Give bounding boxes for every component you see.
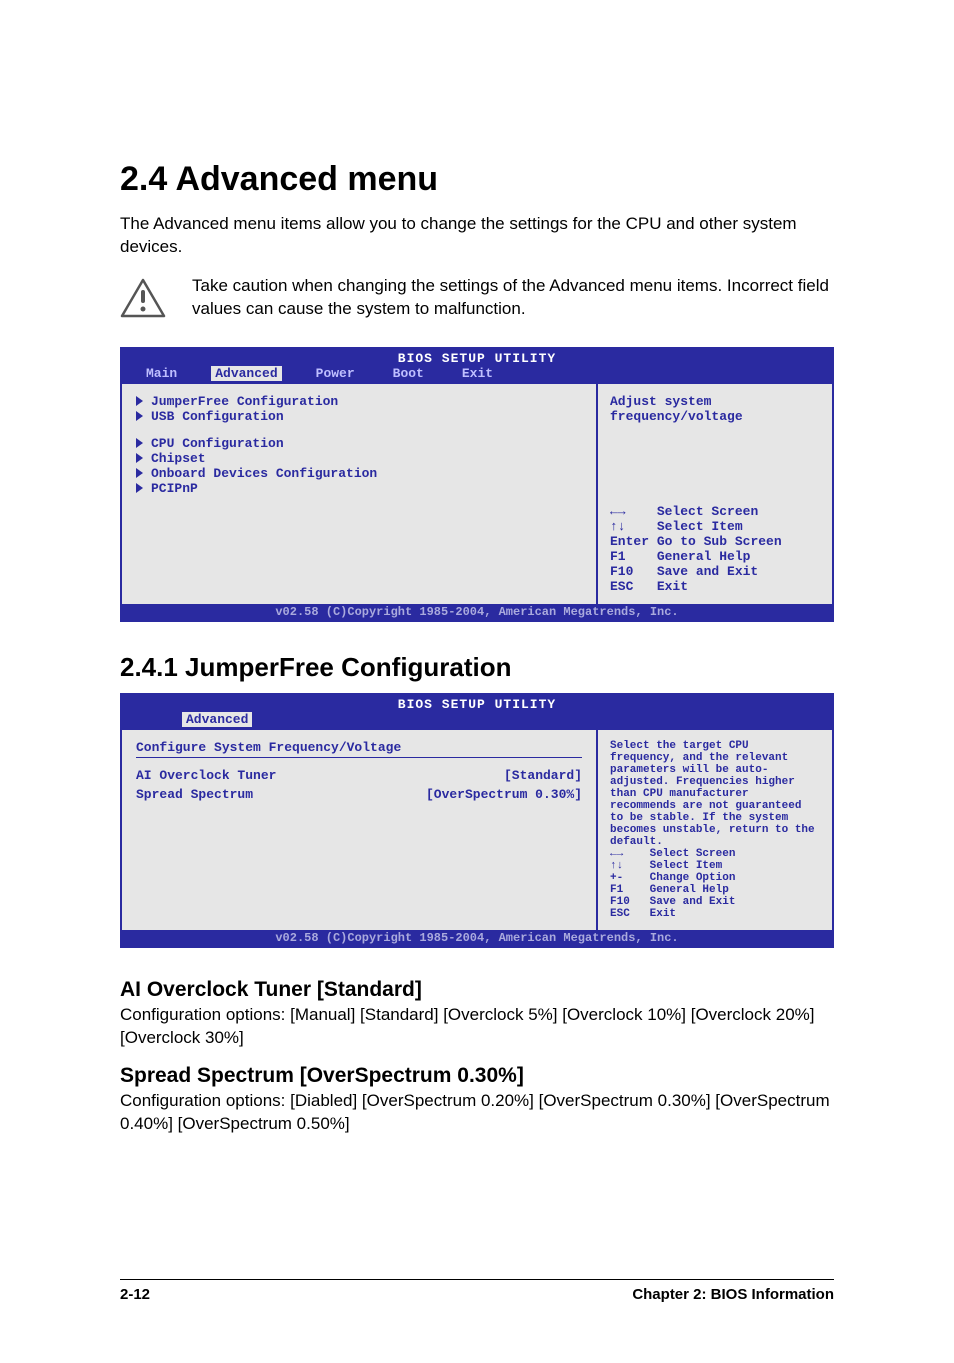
page-number: 2-12 xyxy=(120,1286,150,1303)
config-label: AI Overclock Tuner xyxy=(136,768,276,783)
triangle-icon xyxy=(136,468,143,478)
menu-label: USB Configuration xyxy=(151,409,284,424)
menu-label: Onboard Devices Configuration xyxy=(151,466,377,481)
section-intro: The Advanced menu items allow you to cha… xyxy=(120,213,834,259)
bios-tab-bar: Advanced xyxy=(122,712,832,730)
menu-onboard[interactable]: Onboard Devices Configuration xyxy=(136,466,582,481)
triangle-icon xyxy=(136,438,143,448)
option-heading-spread-spectrum: Spread Spectrum [OverSpectrum 0.30%] xyxy=(120,1064,834,1088)
bios-key-legend: ←→ Select Screen ↑↓ Select Item +- Chang… xyxy=(610,848,820,920)
bios-tab-exit[interactable]: Exit xyxy=(458,366,497,381)
bios-title: BIOS SETUP UTILITY xyxy=(122,349,832,366)
warning-icon xyxy=(120,278,166,318)
bios-tab-power[interactable]: Power xyxy=(312,366,359,381)
menu-pcipnp[interactable]: PCIPnP xyxy=(136,481,582,496)
triangle-icon xyxy=(136,453,143,463)
option-body-spread-spectrum: Configuration options: [Diabled] [OverSp… xyxy=(120,1090,834,1136)
bios-help-text: Select the target CPU frequency, and the… xyxy=(610,740,820,848)
config-row-ai-overclock[interactable]: AI Overclock Tuner [Standard] xyxy=(136,766,582,785)
menu-label: PCIPnP xyxy=(151,481,198,496)
config-row-spread-spectrum[interactable]: Spread Spectrum [OverSpectrum 0.30%] xyxy=(136,785,582,804)
menu-chipset[interactable]: Chipset xyxy=(136,451,582,466)
bios-tab-main[interactable]: Main xyxy=(142,366,181,381)
caution-text: Take caution when changing the settings … xyxy=(192,275,834,321)
menu-usb[interactable]: USB Configuration xyxy=(136,409,582,424)
menu-cpu[interactable]: CPU Configuration xyxy=(136,436,582,451)
option-body-ai-overclock: Configuration options: [Manual] [Standar… xyxy=(120,1004,834,1050)
menu-label: JumperFree Configuration xyxy=(151,394,338,409)
bios-help-panel: Adjust system frequency/voltage ←→ Selec… xyxy=(598,384,832,604)
bios-help-panel: Select the target CPU frequency, and the… xyxy=(598,730,832,930)
bios-help-text: Adjust system frequency/voltage xyxy=(610,394,820,424)
bios-footer: v02.58 (C)Copyright 1985-2004, American … xyxy=(122,604,832,620)
triangle-icon xyxy=(136,411,143,421)
page-footer: 2-12 Chapter 2: BIOS Information xyxy=(120,1279,834,1303)
config-value: [Standard] xyxy=(504,768,582,783)
caution-box: Take caution when changing the settings … xyxy=(120,275,834,321)
option-heading-ai-overclock: AI Overclock Tuner [Standard] xyxy=(120,978,834,1002)
menu-label: Chipset xyxy=(151,451,206,466)
bios-tab-boot[interactable]: Boot xyxy=(389,366,428,381)
bios-menu-panel: JumperFree Configuration USB Configurati… xyxy=(122,384,598,604)
menu-jumperfree[interactable]: JumperFree Configuration xyxy=(136,394,582,409)
bios-key-legend: ←→ Select Screen ↑↓ Select Item Enter Go… xyxy=(610,504,820,594)
bios-title: BIOS SETUP UTILITY xyxy=(122,695,832,712)
subsection-heading: 2.4.1 JumperFree Configuration xyxy=(120,652,834,683)
bios-tab-bar: Main Advanced Power Boot Exit xyxy=(122,366,832,384)
bios-tab-advanced[interactable]: Advanced xyxy=(211,366,281,381)
config-value: [OverSpectrum 0.30%] xyxy=(426,787,582,802)
bios-screen-1: BIOS SETUP UTILITY Main Advanced Power B… xyxy=(120,347,834,622)
chapter-title: Chapter 2: BIOS Information xyxy=(632,1286,834,1303)
bios-screen-2: BIOS SETUP UTILITY Advanced Configure Sy… xyxy=(120,693,834,948)
config-header: Configure System Frequency/Voltage xyxy=(136,740,582,758)
page: 2.4 Advanced menu The Advanced menu item… xyxy=(0,0,954,1363)
triangle-icon xyxy=(136,483,143,493)
menu-label: CPU Configuration xyxy=(151,436,284,451)
config-label: Spread Spectrum xyxy=(136,787,253,802)
triangle-icon xyxy=(136,396,143,406)
section-heading: 2.4 Advanced menu xyxy=(120,160,834,199)
bios-config-panel: Configure System Frequency/Voltage AI Ov… xyxy=(122,730,598,930)
bios-tab-advanced[interactable]: Advanced xyxy=(182,712,252,727)
bios-footer: v02.58 (C)Copyright 1985-2004, American … xyxy=(122,930,832,946)
